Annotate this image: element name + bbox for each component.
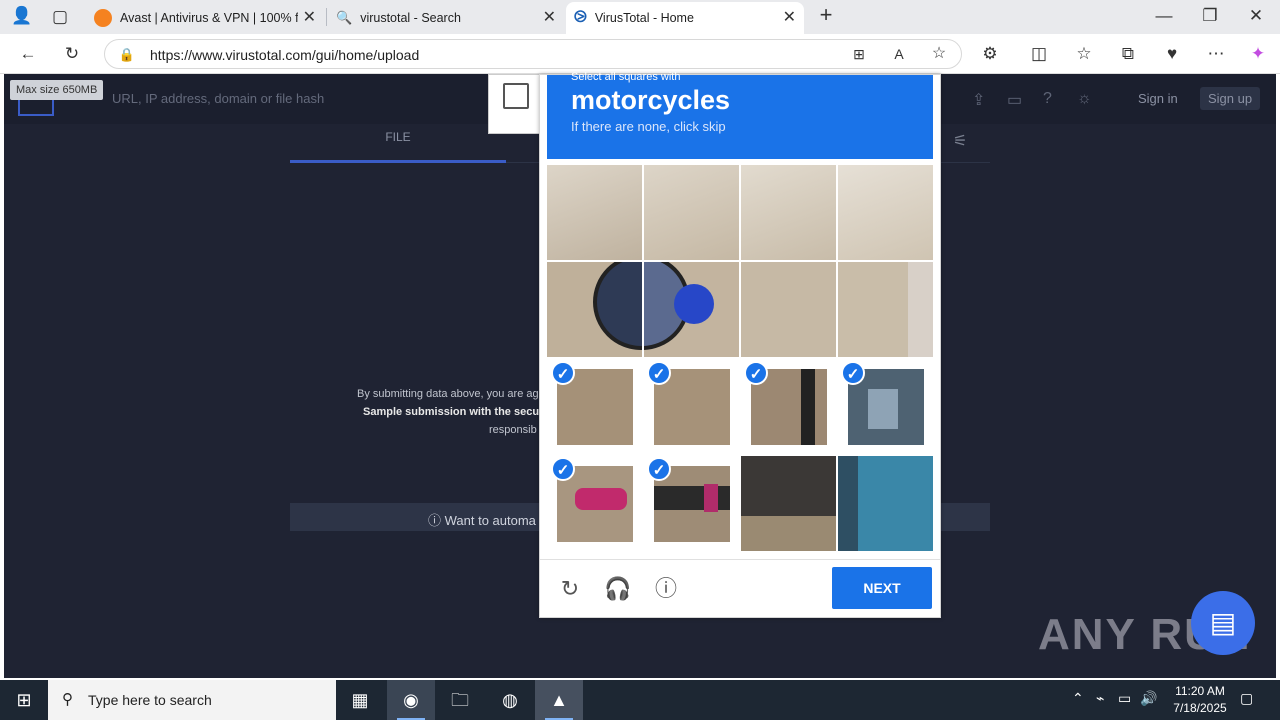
reload-icon[interactable]: ↻ [556, 575, 584, 603]
tab-search[interactable]: 🔍 virustotal - Search ✕ [330, 2, 564, 34]
tray-overflow-icon[interactable]: ⌃ [1072, 690, 1084, 707]
browser-toolbar: ← ↻ 🔒 https://www.virustotal.com/gui/hom… [0, 34, 1280, 74]
captcha-skip-hint: If there are none, click skip [571, 119, 726, 134]
captcha-tile-3[interactable] [741, 165, 836, 260]
taskbar: ⊞ ⚲ Type here to search ▦ ◉ 🗀 ◍ ▲ ⌃ ⌁ ▭ … [0, 680, 1280, 720]
search-input[interactable]: URL, IP address, domain or file hash [112, 91, 324, 106]
file-explorer-icon[interactable]: 🗀 [436, 680, 484, 720]
clock[interactable]: 11:20 AM 7/18/2025 [1160, 683, 1240, 717]
sign-in-link[interactable]: Sign in [1138, 91, 1178, 106]
usb-icon[interactable]: ⌁ [1096, 690, 1104, 707]
split-screen-icon[interactable]: ◫ [1027, 44, 1051, 64]
notifications-icon[interactable]: ▢ [1240, 690, 1253, 707]
selected-check-icon: ✓ [551, 457, 575, 481]
upload-icon[interactable]: ⇪ [972, 90, 985, 110]
avast-taskbar-icon[interactable]: ▲ [535, 680, 583, 720]
notifications-icon[interactable]: ▭ [1007, 90, 1022, 110]
captcha-tile-4[interactable] [838, 165, 933, 260]
captcha-checkbox[interactable] [503, 83, 529, 109]
captcha-challenge: Select all squares with motorcycles If t… [539, 71, 941, 618]
avast-icon [94, 9, 112, 27]
tab-title: VirusTotal - Home [594, 11, 694, 25]
clock-time: 11:20 AM [1175, 684, 1225, 698]
automate-text: ⓘ Want to automa [428, 513, 536, 528]
captcha-tile-15[interactable] [741, 456, 836, 551]
close-icon[interactable]: ✕ [303, 10, 316, 26]
back-icon[interactable]: ← [16, 44, 40, 64]
next-button[interactable]: NEXT [832, 567, 932, 609]
captcha-divider [540, 559, 940, 560]
help-icon[interactable]: ? [1043, 90, 1052, 108]
max-size-tooltip: Max size 650MB [10, 80, 104, 100]
tab-file[interactable]: FILE [290, 130, 506, 144]
terms-text: By submitting data above, you are ag [357, 388, 539, 400]
restore-icon[interactable]: ❐ [1198, 6, 1222, 26]
task-view-icon[interactable]: ▦ [336, 680, 384, 720]
captcha-tile-16[interactable] [838, 456, 933, 551]
selected-check-icon: ✓ [647, 361, 671, 385]
selected-check-icon: ✓ [647, 457, 671, 481]
favorite-star-icon[interactable]: ☆ [927, 44, 951, 64]
tab-title: Avast | Antivirus & VPN | 100% fre [120, 11, 298, 25]
taskbar-search-box[interactable]: ⚲ Type here to search [48, 680, 336, 720]
captcha-prompt: Select all squares with [571, 71, 681, 83]
captcha-tile-7[interactable] [741, 262, 836, 357]
virustotal-icon: ⧁ [574, 9, 587, 26]
copilot-icon[interactable]: ✦ [1246, 44, 1270, 64]
captcha-target: motorcycles [571, 85, 731, 115]
more-menu-icon[interactable]: ⋯ [1204, 44, 1228, 64]
terms-text-end: responsib [489, 424, 537, 436]
extensions-icon[interactable]: ⚙ [978, 44, 1002, 64]
tab-strip: 👤 ▢ Avast | Antivirus & VPN | 100% fre ✕… [0, 0, 1280, 34]
sign-up-button[interactable]: Sign up [1200, 87, 1261, 110]
network-icon[interactable]: ▭ [1118, 690, 1131, 707]
terms-bold-text: Sample submission with the secu [363, 406, 540, 418]
edge-icon[interactable]: ◉ [387, 680, 435, 720]
taskbar-search-placeholder: Type here to search [88, 692, 212, 708]
clock-date: 7/18/2025 [1173, 701, 1227, 715]
window-close-icon[interactable]: ✕ [1244, 6, 1268, 26]
collections-icon[interactable]: ⧉ [1116, 44, 1140, 64]
address-bar[interactable]: 🔒 https://www.virustotal.com/gui/home/up… [104, 39, 962, 69]
search-icon: ⚲ [62, 691, 73, 708]
app-available-icon[interactable]: ⊞ [847, 44, 871, 64]
captcha-tile-6[interactable] [644, 262, 739, 357]
captcha-tile-5[interactable] [547, 262, 642, 357]
captcha-header: Select all squares with motorcycles If t… [547, 71, 933, 159]
adjust-icon[interactable]: ⚟ [953, 131, 967, 151]
captcha-tile-8[interactable] [838, 262, 933, 357]
theme-toggle-icon[interactable]: ☼ [1077, 90, 1092, 108]
close-icon[interactable]: ✕ [783, 10, 796, 26]
search-icon: 🔍 [336, 10, 353, 25]
volume-icon[interactable]: 🔊 [1140, 690, 1157, 707]
tab-title: virustotal - Search [360, 11, 461, 25]
firefox-icon[interactable]: ◍ [486, 680, 534, 720]
close-icon[interactable]: ✕ [543, 10, 556, 26]
lock-icon[interactable]: 🔒 [115, 45, 139, 65]
captcha-tile-1[interactable] [547, 165, 642, 260]
selected-check-icon: ✓ [744, 361, 768, 385]
url-text: https://www.virustotal.com/gui/home/uplo… [150, 47, 420, 63]
tab-separator [326, 8, 327, 26]
tab-active-indicator [290, 160, 506, 163]
browser-essentials-icon[interactable]: ♥ [1160, 44, 1184, 64]
new-tab-icon[interactable]: + [814, 4, 838, 26]
selected-check-icon: ✓ [841, 361, 865, 385]
tab-avast[interactable]: Avast | Antivirus & VPN | 100% fre ✕ [88, 2, 324, 34]
read-aloud-icon[interactable]: A [887, 44, 911, 64]
minimize-icon[interactable]: — [1152, 6, 1176, 26]
chat-icon[interactable]: ▤ [1191, 591, 1255, 655]
captcha-grid: ✓ ✓ ✓ ✓ ✓ ✓ [547, 165, 933, 551]
tab-actions-icon[interactable]: ▢ [48, 7, 72, 27]
tab-virustotal[interactable]: ⧁ VirusTotal - Home ✕ [566, 2, 804, 34]
windows-start-icon[interactable]: ⊞ [0, 680, 48, 720]
info-icon[interactable]: ⓘ [652, 575, 680, 603]
profile-icon[interactable]: 👤 [10, 6, 34, 26]
audio-challenge-icon[interactable]: 🎧 [604, 575, 632, 603]
selected-check-icon: ✓ [551, 361, 575, 385]
refresh-icon[interactable]: ↻ [60, 44, 84, 64]
favorites-icon[interactable]: ☆ [1072, 44, 1096, 64]
captcha-tile-2[interactable] [644, 165, 739, 260]
